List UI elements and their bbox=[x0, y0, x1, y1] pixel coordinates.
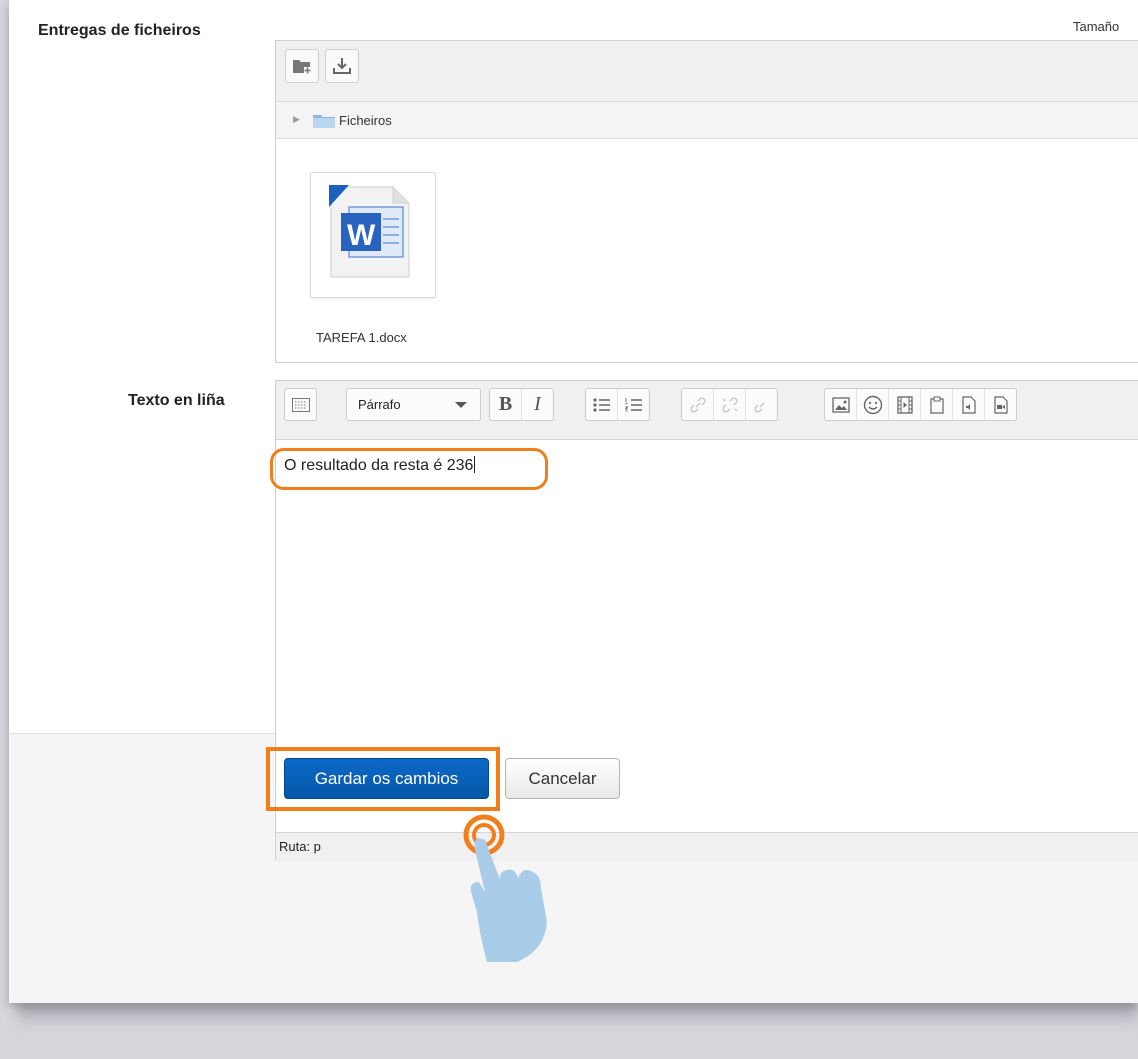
link-group bbox=[681, 388, 778, 421]
toolbar-toggle-icon bbox=[291, 397, 310, 412]
paragraph-format-value: Párrafo bbox=[358, 397, 401, 412]
unlink-button[interactable] bbox=[714, 389, 746, 420]
record-video-button[interactable] bbox=[985, 389, 1016, 420]
save-highlight-annotation bbox=[266, 747, 500, 811]
folder-icon bbox=[313, 115, 335, 128]
ordered-list-icon bbox=[624, 397, 642, 411]
toolbar-toggle-button[interactable] bbox=[285, 389, 316, 420]
unordered-list-button[interactable] bbox=[586, 389, 618, 420]
chevron-down-icon bbox=[455, 402, 467, 408]
assignment-form: Entregas de ficheiros Tamaño ▶ Ficheiros… bbox=[9, 0, 1138, 1003]
list-group bbox=[585, 388, 650, 421]
ordered-list-button[interactable] bbox=[618, 389, 649, 420]
insert-emoticon-button[interactable] bbox=[857, 389, 889, 420]
file-name[interactable]: TAREFA 1.docx bbox=[316, 330, 407, 345]
folder-add-icon bbox=[293, 60, 311, 74]
link-icon bbox=[689, 396, 706, 413]
unordered-list-icon bbox=[592, 397, 610, 412]
page-shadow bbox=[18, 1000, 1138, 1028]
image-icon bbox=[831, 396, 850, 413]
cancel-button[interactable]: Cancelar bbox=[505, 758, 620, 799]
insert-group bbox=[824, 388, 1017, 421]
record-audio-icon bbox=[961, 395, 976, 414]
unlink-icon bbox=[721, 396, 738, 413]
size-column-header: Tamaño bbox=[1073, 19, 1120, 34]
path-label[interactable]: Ficheiros bbox=[339, 113, 392, 128]
paste-button[interactable] bbox=[921, 389, 953, 420]
element-path: Ruta: p bbox=[279, 839, 321, 854]
file-submissions-label: Entregas de ficheiros bbox=[38, 22, 201, 39]
italic-button[interactable]: I bbox=[522, 389, 553, 420]
italic-icon: I bbox=[534, 393, 541, 415]
insert-media-button[interactable] bbox=[889, 389, 921, 420]
bold-button[interactable]: B bbox=[490, 389, 522, 420]
bold-icon: B bbox=[498, 393, 513, 415]
paste-icon bbox=[929, 396, 944, 414]
file-manager-path-bar: ▶ Ficheiros bbox=[276, 102, 1138, 139]
hand-pointer-icon bbox=[463, 814, 547, 962]
editor-status-bar: Ruta: p bbox=[276, 832, 1138, 861]
editor-toolbar: Párrafo B I bbox=[276, 381, 1138, 440]
emoticon-icon bbox=[863, 395, 882, 414]
insert-image-button[interactable] bbox=[825, 389, 857, 420]
record-audio-button[interactable] bbox=[953, 389, 985, 420]
add-file-button[interactable] bbox=[285, 49, 319, 83]
file-manager: ▶ Ficheiros W TAREFA 1.docx bbox=[275, 40, 1138, 363]
download-icon bbox=[333, 58, 351, 74]
online-text-label: Texto en liña bbox=[128, 392, 225, 409]
anchor-button[interactable] bbox=[746, 389, 777, 420]
text-style-group: B I bbox=[489, 388, 554, 421]
download-all-button[interactable] bbox=[325, 49, 359, 83]
file-item-thumbnail[interactable]: W bbox=[310, 172, 436, 298]
anchor-icon bbox=[753, 402, 764, 413]
file-manager-toolbar bbox=[276, 41, 1138, 102]
text-highlight-annotation bbox=[270, 448, 548, 490]
paragraph-format-select[interactable]: Párrafo bbox=[346, 388, 481, 421]
svg-text:W: W bbox=[347, 219, 376, 252]
link-button[interactable] bbox=[682, 389, 714, 420]
record-video-icon bbox=[993, 395, 1008, 414]
toolbar-toggle-group bbox=[284, 388, 317, 421]
word-document-icon: W bbox=[329, 185, 410, 278]
media-icon bbox=[896, 395, 913, 414]
expand-arrow-icon[interactable]: ▶ bbox=[293, 114, 300, 125]
